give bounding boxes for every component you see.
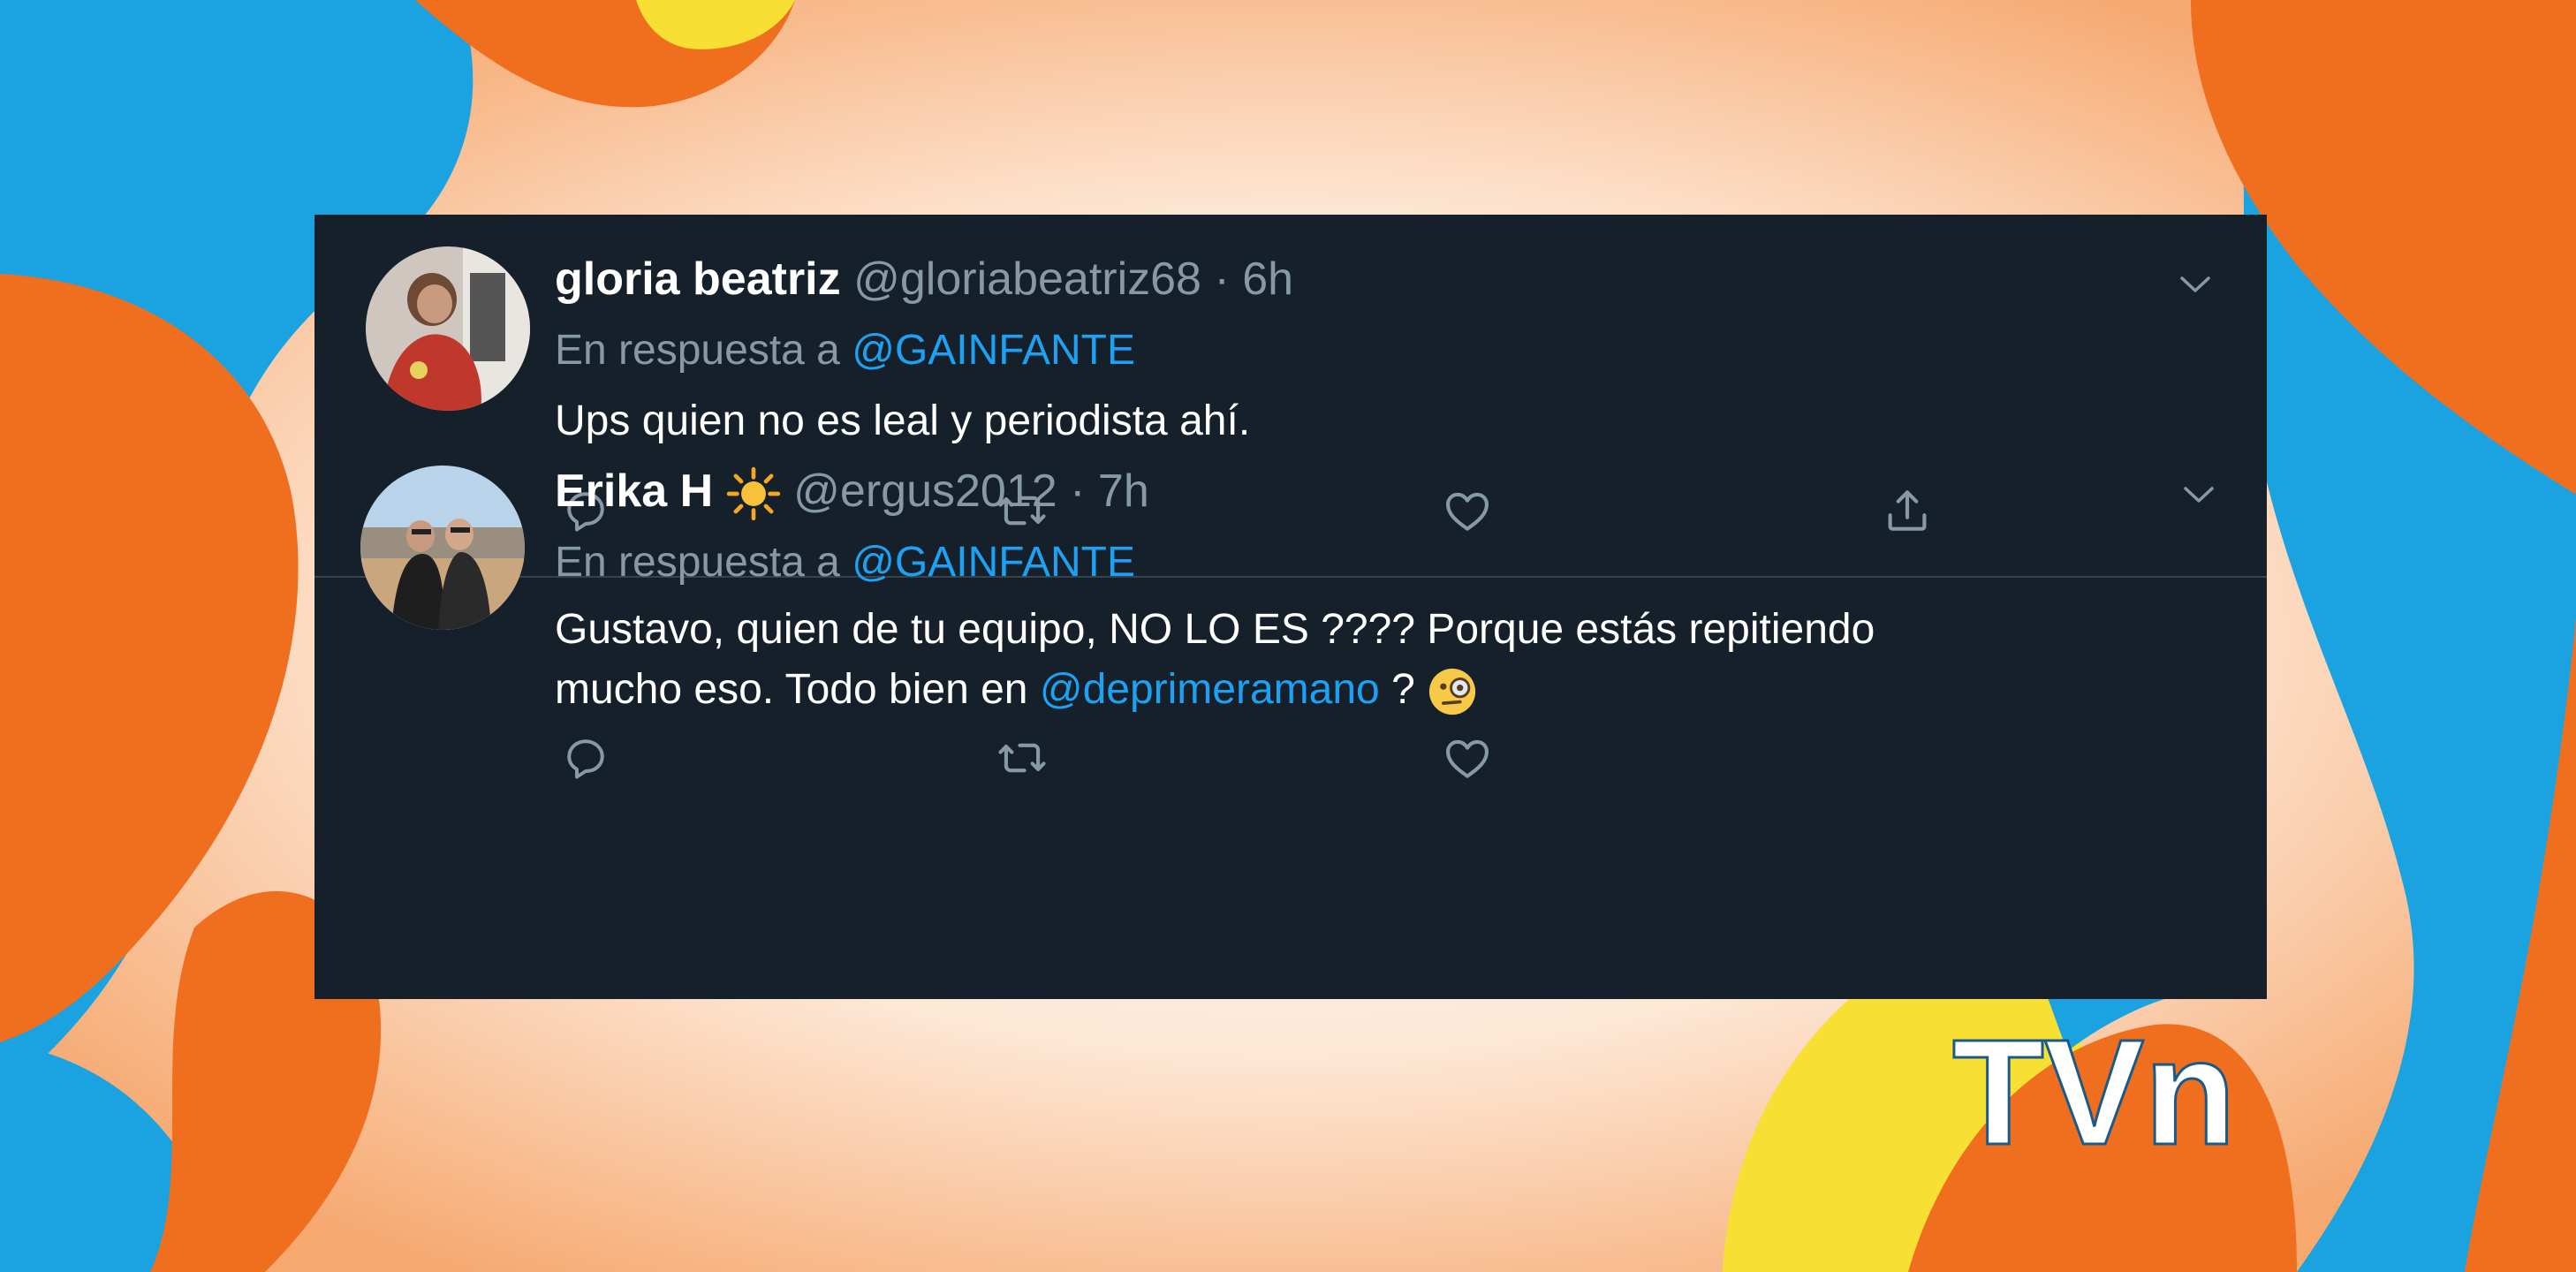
sun-emoji	[726, 467, 780, 521]
reply-prefix: En respuesta a	[555, 539, 840, 586]
tweet-erika[interactable]: Erika H @ergus2012 · 7h En respuesta a @…	[314, 215, 2267, 999]
reply-mention-link[interactable]: @GAINFANTE	[852, 539, 1135, 586]
retweet-button[interactable]	[991, 727, 1053, 789]
retweet-icon	[998, 743, 1046, 773]
tweet-card: gloria beatriz @gloriabeatriz68 · 6h En …	[314, 215, 2267, 999]
reply-context: En respuesta a @GAINFANTE	[555, 536, 1135, 589]
like-icon	[1445, 739, 1489, 778]
display-name[interactable]: Erika H	[555, 466, 713, 517]
mention-link[interactable]: @deprimeramano	[1040, 666, 1380, 713]
reply-button[interactable]	[555, 727, 617, 789]
tweet-text-part: mucho eso. Todo bien en	[555, 666, 1028, 713]
like-button[interactable]	[1436, 727, 1498, 789]
separator: ·	[1070, 466, 1086, 517]
monocle-face-emoji	[1429, 669, 1476, 716]
timestamp[interactable]: 7h	[1098, 466, 1149, 517]
avatar[interactable]	[360, 466, 525, 630]
user-handle[interactable]: @ergus2012	[793, 466, 1057, 517]
reply-icon	[567, 739, 604, 779]
tweet-text-part: ?	[1391, 666, 1415, 713]
tweet-header: Erika H @ergus2012 · 7h	[555, 464, 1149, 521]
logo-text: TVn	[1952, 1009, 2236, 1175]
chevron-down-icon[interactable]	[2177, 478, 2221, 513]
tweet-text: Gustavo, quien de tu equipo, NO LO ES ??…	[555, 600, 1875, 720]
tweet-text-line-2: mucho eso. Todo bien en @deprimeramano ?	[555, 660, 1875, 720]
tweet-text-line-1: Gustavo, quien de tu equipo, NO LO ES ??…	[555, 606, 1875, 653]
tvn-logo: TVn	[1951, 1008, 2238, 1176]
